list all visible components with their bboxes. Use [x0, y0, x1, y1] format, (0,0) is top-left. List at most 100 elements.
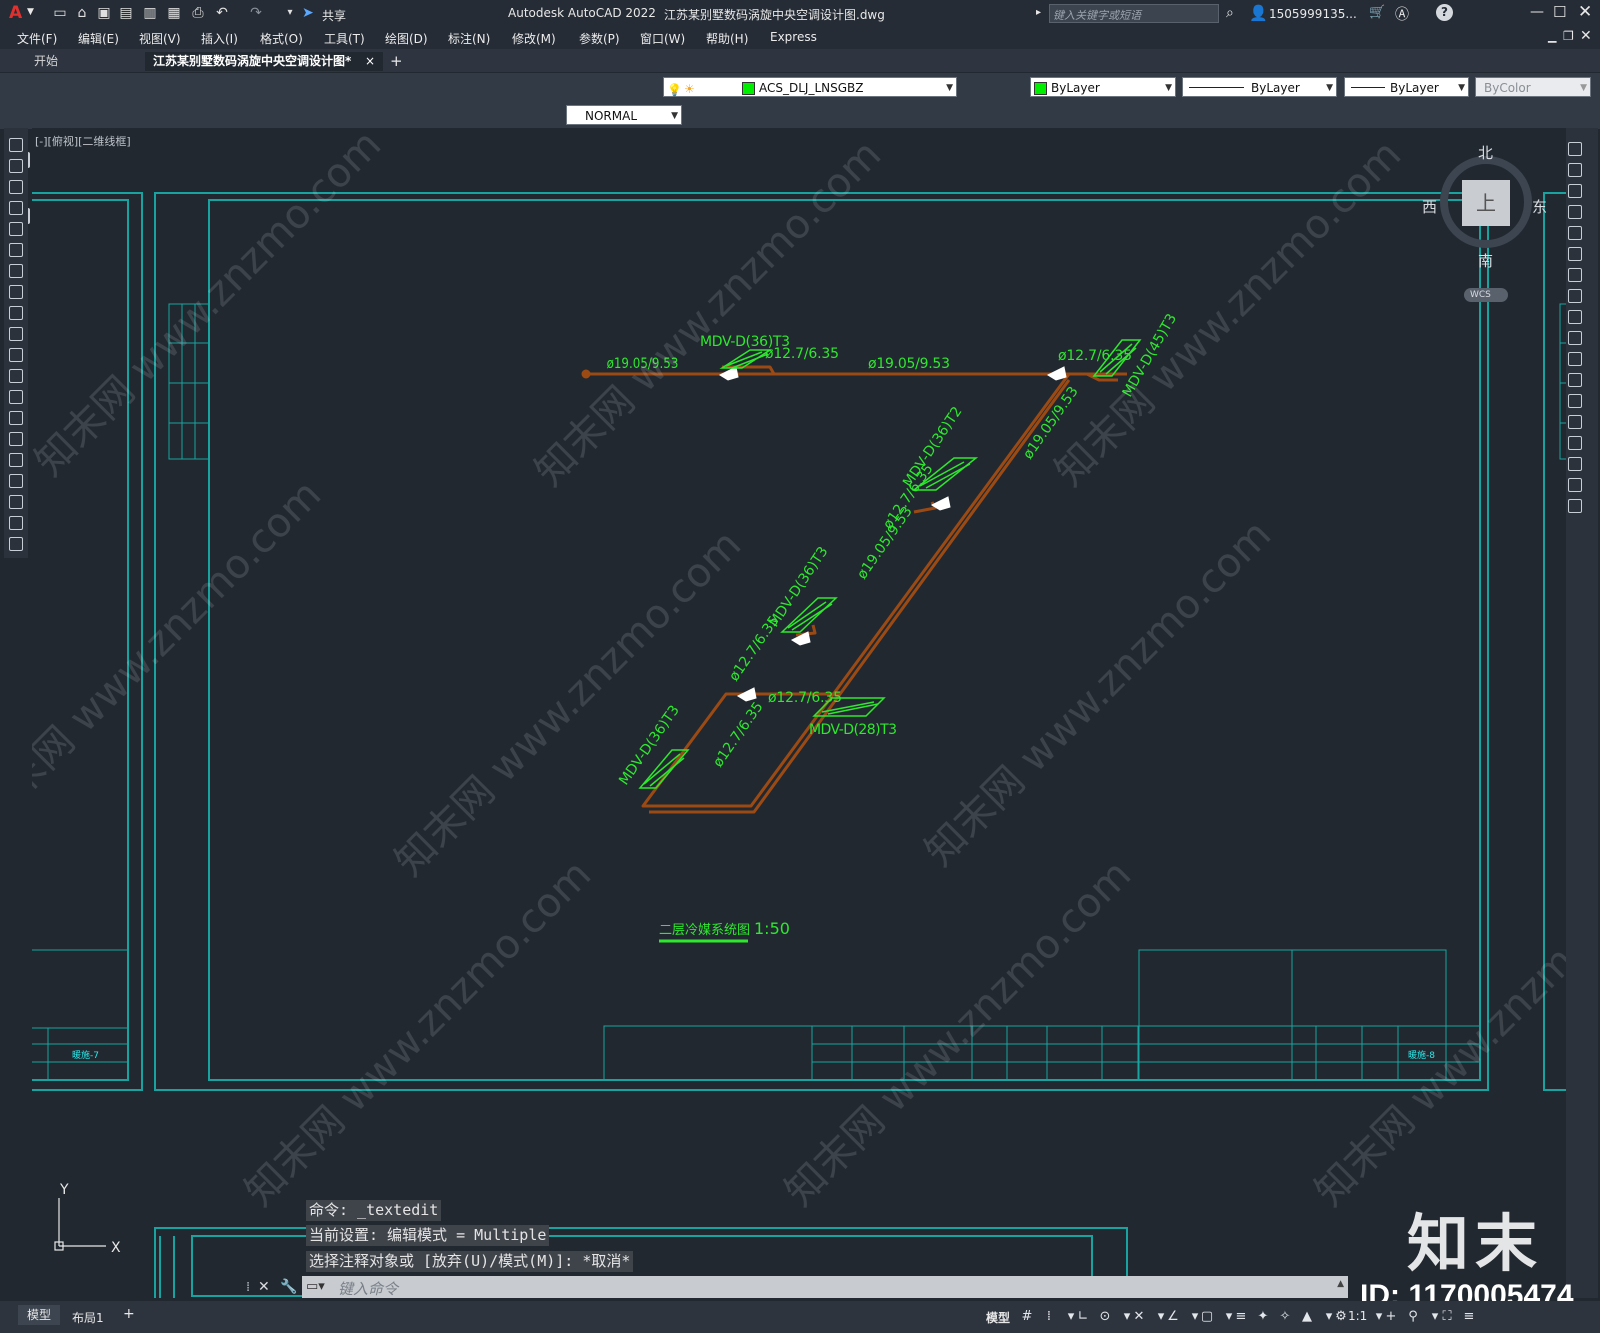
modify-tool-icon[interactable]	[1568, 436, 1582, 450]
search-input[interactable]: 键入关键字或短语	[1049, 4, 1219, 23]
store-cart-icon[interactable]: 🛒	[1369, 5, 1385, 20]
help-icon[interactable]: ?	[1436, 4, 1453, 21]
search-expand-icon[interactable]: ▸	[1036, 7, 1041, 18]
linetype-dropdown[interactable]: ByLayer ▼	[1182, 77, 1337, 97]
new-tab-button[interactable]: +	[382, 52, 411, 71]
tab-close-icon[interactable]: ×	[365, 52, 375, 71]
draw-tool-icon[interactable]	[9, 180, 23, 194]
draw-tool-icon[interactable]	[9, 348, 23, 362]
minimize-icon[interactable]: —	[1530, 4, 1544, 20]
modify-tool-icon[interactable]	[1568, 457, 1582, 471]
viewcube-north[interactable]: 北	[1478, 142, 1493, 163]
draw-tool-icon[interactable]	[9, 327, 23, 341]
draw-tool-icon[interactable]	[9, 474, 23, 488]
status-toggle-icon[interactable]: ≡	[1234, 1310, 1248, 1324]
menu-insert[interactable]: 插入(I)	[201, 30, 238, 47]
tab-layout1[interactable]: 布局1	[72, 1309, 104, 1326]
close-window-icon[interactable]: ✕	[1578, 2, 1592, 22]
status-toggle-icon[interactable]: ⁞	[1042, 1310, 1056, 1324]
menu-view[interactable]: 视图(V)	[139, 30, 181, 47]
close-command-icon[interactable]: ✕	[258, 1279, 270, 1295]
maximize-icon[interactable]: ☐	[1553, 3, 1566, 21]
viewcube[interactable]: 上 北 南 西 东 WCS	[1422, 144, 1547, 302]
draw-tool-icon[interactable]	[9, 306, 23, 320]
app-menu-chevron-icon[interactable]: ▼	[27, 7, 34, 17]
draw-tool-icon[interactable]	[9, 453, 23, 467]
publish-icon[interactable]: ▥	[142, 5, 158, 21]
status-toggle-icon[interactable]: ⊙	[1098, 1310, 1112, 1324]
layer-dropdown[interactable]: 💡 ☀ ACS_DLJ_LNSGBZ ▼	[663, 77, 957, 97]
draw-tool-icon[interactable]	[9, 264, 23, 278]
status-toggle-icon[interactable]: ⚙	[1334, 1310, 1348, 1324]
modify-tool-icon[interactable]	[1568, 163, 1582, 177]
draw-tool-icon[interactable]	[9, 369, 23, 383]
doc-restore-icon[interactable]: ❐	[1563, 29, 1574, 43]
autodesk-a360-icon[interactable]: Ⓐ	[1395, 4, 1409, 24]
redo-icon[interactable]: ↷	[248, 5, 264, 21]
viewcube-face-top[interactable]: 上	[1462, 180, 1510, 226]
print-icon[interactable]: ⎙	[190, 5, 206, 21]
menu-format[interactable]: 格式(O)	[260, 30, 303, 47]
annotation-scale[interactable]: 1:1	[1348, 1309, 1367, 1323]
tab-start[interactable]: 开始	[26, 52, 66, 71]
menu-parametric[interactable]: 参数(P)	[579, 30, 620, 47]
menu-file[interactable]: 文件(F)	[17, 30, 57, 47]
menu-dimension[interactable]: 标注(N)	[448, 30, 490, 47]
draw-tool-icon[interactable]	[9, 411, 23, 425]
modify-tool-icon[interactable]	[1568, 478, 1582, 492]
status-toggle-icon[interactable]: ⛶	[1440, 1310, 1454, 1324]
modify-tool-icon[interactable]	[1568, 331, 1582, 345]
command-scroll-up-icon[interactable]: ▲	[1337, 1279, 1344, 1289]
new-file-icon[interactable]: ▭	[52, 5, 68, 21]
modify-tool-icon[interactable]	[1568, 394, 1582, 408]
wcs-menu[interactable]: WCS	[1464, 288, 1508, 302]
status-toggle-icon[interactable]: ✦	[1256, 1310, 1270, 1324]
status-toggle-icon[interactable]: ✧	[1278, 1310, 1292, 1324]
draw-tool-icon[interactable]	[9, 390, 23, 404]
draw-tool-icon[interactable]	[9, 495, 23, 509]
color-dropdown[interactable]: ByLayer ▼	[1030, 77, 1176, 97]
status-toggle-icon[interactable]: +	[1384, 1310, 1398, 1324]
draw-tool-icon[interactable]	[9, 243, 23, 257]
draw-tool-icon[interactable]	[9, 285, 23, 299]
draw-tool-icon[interactable]	[9, 201, 23, 215]
tab-active-drawing[interactable]: 江苏某别墅数码涡旋中央空调设计图* ×	[145, 52, 383, 71]
command-grip-icon[interactable]: ⁞	[246, 1280, 250, 1295]
modify-tool-icon[interactable]	[1568, 289, 1582, 303]
export-icon[interactable]: ▦	[166, 5, 182, 21]
save-icon[interactable]: ▣	[96, 5, 112, 21]
status-toggle-icon[interactable]: ≡	[1462, 1310, 1476, 1324]
lineweight-dropdown[interactable]: ByLayer ▼	[1344, 77, 1469, 97]
modify-tool-icon[interactable]	[1568, 499, 1582, 513]
status-toggle-icon[interactable]: ▢	[1200, 1310, 1214, 1324]
draw-tool-icon[interactable]	[9, 222, 23, 236]
status-toggle-icon[interactable]: ⚲	[1406, 1310, 1420, 1324]
doc-minimize-icon[interactable]: ▁	[1548, 30, 1556, 43]
viewcube-east[interactable]: 东	[1532, 196, 1547, 217]
search-icon[interactable]: ⌕	[1226, 5, 1234, 21]
modify-tool-icon[interactable]	[1568, 205, 1582, 219]
undo-icon[interactable]: ↶	[214, 5, 230, 21]
modify-tool-icon[interactable]	[1568, 247, 1582, 261]
model-space-button[interactable]: 模型	[986, 1309, 1010, 1326]
status-toggle-icon[interactable]: ✕	[1132, 1310, 1146, 1324]
menu-modify[interactable]: 修改(M)	[512, 30, 556, 47]
menu-help[interactable]: 帮助(H)	[706, 30, 748, 47]
user-name[interactable]: 1505999135...	[1269, 7, 1357, 21]
share-icon[interactable]: ➤	[302, 5, 314, 21]
status-toggle-icon[interactable]: ∠	[1166, 1310, 1180, 1324]
menu-draw[interactable]: 绘图(D)	[385, 30, 428, 47]
menu-express[interactable]: Express	[770, 30, 817, 44]
tab-model[interactable]: 模型	[18, 1305, 60, 1325]
status-toggle-icon[interactable]: ▲	[1300, 1310, 1314, 1324]
viewcube-west[interactable]: 西	[1422, 196, 1437, 217]
modify-tool-icon[interactable]	[1568, 310, 1582, 324]
open-file-icon[interactable]: ⌂	[74, 5, 90, 21]
user-icon[interactable]: 👤	[1249, 4, 1268, 22]
status-toggle-icon[interactable]: ∟	[1076, 1310, 1090, 1324]
command-input[interactable]: ▭▾ 键入命令 ▲	[302, 1276, 1348, 1298]
drawing-viewport[interactable]: [-][俯视][二维线框] 暖施-7 暖施-8 ø19.05/9.53 MDV-…	[32, 128, 1598, 1298]
share-button[interactable]: 共享	[322, 7, 346, 24]
draw-tool-icon[interactable]	[9, 432, 23, 446]
doc-close-icon[interactable]: ✕	[1580, 28, 1592, 44]
